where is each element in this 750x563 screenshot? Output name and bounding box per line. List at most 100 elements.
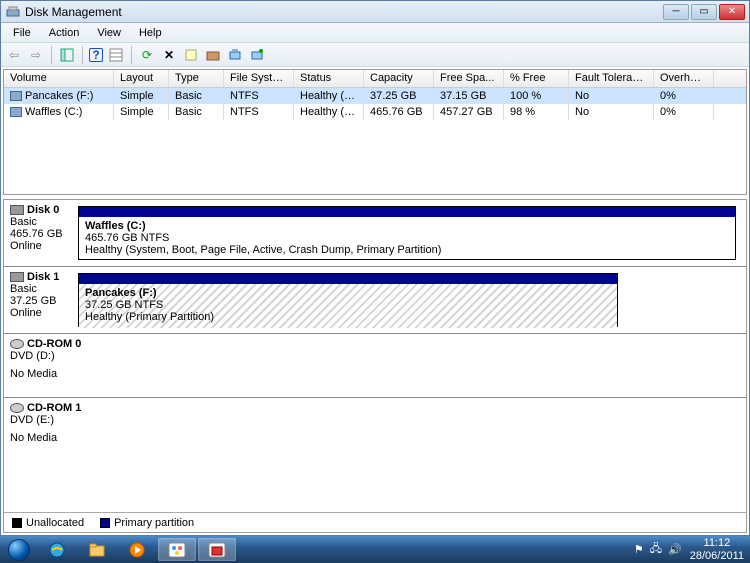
close-button[interactable]: ✕ (719, 4, 745, 20)
partition[interactable]: Waffles (C:) 465.76 GB NTFS Healthy (Sys… (78, 206, 736, 260)
partition-info: 37.25 GB NTFS (85, 299, 611, 311)
back-button[interactable]: ⇦ (5, 46, 23, 64)
disk-name: Disk 1 (27, 271, 59, 283)
partition-info: 465.76 GB NTFS (85, 232, 729, 244)
taskbar-app-icon[interactable] (198, 538, 236, 561)
volume-icon (10, 91, 22, 101)
tray-flag-icon[interactable]: ⚑ (634, 543, 644, 556)
rescan-icon[interactable] (226, 46, 244, 64)
cell-free: 37.15 GB (434, 88, 504, 104)
disk-type: Basic (10, 216, 70, 228)
system-tray: ⚑ 🖧 🔊 11:12 28/06/2011 (634, 537, 744, 561)
volume-row[interactable]: Pancakes (F:) Simple Basic NTFS Healthy … (4, 88, 746, 104)
disk-type: Basic (10, 283, 70, 295)
start-button[interactable] (0, 536, 38, 563)
cdrom-label: CD-ROM 1 DVD (E:) No Media (4, 398, 746, 462)
disk-label: Disk 1 Basic 37.25 GB Online (4, 267, 76, 333)
cell-layout: Simple (114, 104, 169, 120)
col-capacity[interactable]: Capacity (364, 70, 434, 87)
properties-icon[interactable] (182, 46, 200, 64)
menu-file[interactable]: File (5, 25, 39, 41)
clock[interactable]: 11:12 28/06/2011 (690, 537, 744, 561)
col-pct-free[interactable]: % Free (504, 70, 569, 87)
help-icon[interactable]: ? (89, 48, 103, 62)
cdrom-state: No Media (10, 432, 740, 444)
forward-button[interactable]: ⇨ (27, 46, 45, 64)
cdrom-row[interactable]: CD-ROM 0 DVD (D:) No Media (4, 334, 746, 398)
col-volume[interactable]: Volume (4, 70, 114, 87)
col-type[interactable]: Type (169, 70, 224, 87)
disk-size: 465.76 GB (10, 228, 70, 240)
legend-unallocated: Unallocated (26, 517, 84, 529)
col-status[interactable]: Status (294, 70, 364, 87)
partition-status: Healthy (Primary Partition) (85, 311, 611, 323)
col-overhead[interactable]: Overhead (654, 70, 714, 87)
partition-color-bar (79, 274, 617, 284)
delete-icon[interactable]: ✕ (160, 46, 178, 64)
cdrom-row[interactable]: CD-ROM 1 DVD (E:) No Media (4, 398, 746, 462)
cell-capacity: 465.76 GB (364, 104, 434, 120)
cell-pct: 100 % (504, 88, 569, 104)
attach-icon[interactable] (248, 46, 266, 64)
col-free[interactable]: Free Spa... (434, 70, 504, 87)
taskbar-ie-icon[interactable] (38, 538, 76, 561)
minimize-button[interactable]: ─ (663, 4, 689, 20)
window-title: Disk Management (25, 5, 663, 19)
windows-orb-icon (8, 539, 30, 561)
cdrom-name: CD-ROM 0 (27, 338, 81, 350)
legend-primary: Primary partition (114, 517, 194, 529)
refresh-icon[interactable]: ⟳ (138, 46, 156, 64)
view-settings-icon[interactable] (107, 46, 125, 64)
taskbar-wmp-icon[interactable] (118, 538, 156, 561)
action-icon[interactable] (204, 46, 222, 64)
cdrom-drive: DVD (D:) (10, 350, 740, 362)
menu-action[interactable]: Action (41, 25, 88, 41)
menu-view[interactable]: View (89, 25, 129, 41)
cell-free: 457.27 GB (434, 104, 504, 120)
partition-name: Pancakes (F:) (85, 287, 611, 299)
disk-row[interactable]: Disk 1 Basic 37.25 GB Online Pancakes (F… (4, 267, 746, 334)
disk-state: Online (10, 307, 70, 319)
taskbar-paint-icon[interactable] (158, 538, 196, 561)
volume-body: Pancakes (F:) Simple Basic NTFS Healthy … (4, 88, 746, 194)
show-hide-icon[interactable] (58, 46, 76, 64)
col-fault-tolerance[interactable]: Fault Tolerance (569, 70, 654, 87)
separator (131, 46, 132, 64)
tray-network-icon[interactable]: 🖧 (650, 540, 662, 559)
col-filesystem[interactable]: File System (224, 70, 294, 87)
tray-volume-icon[interactable]: 🔊 (668, 543, 682, 556)
disk-graphical-view: Disk 0 Basic 465.76 GB Online Waffles (C… (3, 199, 747, 533)
titlebar[interactable]: Disk Management ─ ▭ ✕ (1, 1, 749, 23)
cell-pct: 98 % (504, 104, 569, 120)
clock-date: 28/06/2011 (690, 550, 744, 562)
disk-management-window: Disk Management ─ ▭ ✕ File Action View H… (0, 0, 750, 536)
cell-layout: Simple (114, 88, 169, 104)
partition-name: Waffles (C:) (85, 220, 729, 232)
volume-row[interactable]: Waffles (C:) Simple Basic NTFS Healthy (… (4, 104, 746, 120)
cell-capacity: 37.25 GB (364, 88, 434, 104)
menu-help[interactable]: Help (131, 25, 170, 41)
partition-status: Healthy (System, Boot, Page File, Active… (85, 244, 729, 256)
cdrom-drive: DVD (E:) (10, 414, 740, 426)
maximize-button[interactable]: ▭ (691, 4, 717, 20)
disk-icon (10, 205, 24, 215)
disk-state: Online (10, 240, 70, 252)
disk-row[interactable]: Disk 0 Basic 465.76 GB Online Waffles (C… (4, 200, 746, 267)
legend-swatch-unallocated (12, 518, 22, 528)
cdrom-icon (10, 403, 24, 413)
taskbar-explorer-icon[interactable] (78, 538, 116, 561)
disk-icon (10, 272, 24, 282)
cdrom-icon (10, 339, 24, 349)
disk-size: 37.25 GB (10, 295, 70, 307)
legend-swatch-primary (100, 518, 110, 528)
separator (51, 46, 52, 64)
toolbar: ⇦ ⇨ ? ⟳ ✕ (1, 43, 749, 67)
cell-oh: 0% (654, 88, 714, 104)
volume-header-row: Volume Layout Type File System Status Ca… (4, 70, 746, 88)
separator (82, 46, 83, 64)
partition-color-bar (79, 207, 735, 217)
cell-fs: NTFS (224, 104, 294, 120)
col-layout[interactable]: Layout (114, 70, 169, 87)
disk-label: Disk 0 Basic 465.76 GB Online (4, 200, 76, 266)
partition[interactable]: Pancakes (F:) 37.25 GB NTFS Healthy (Pri… (78, 273, 618, 327)
